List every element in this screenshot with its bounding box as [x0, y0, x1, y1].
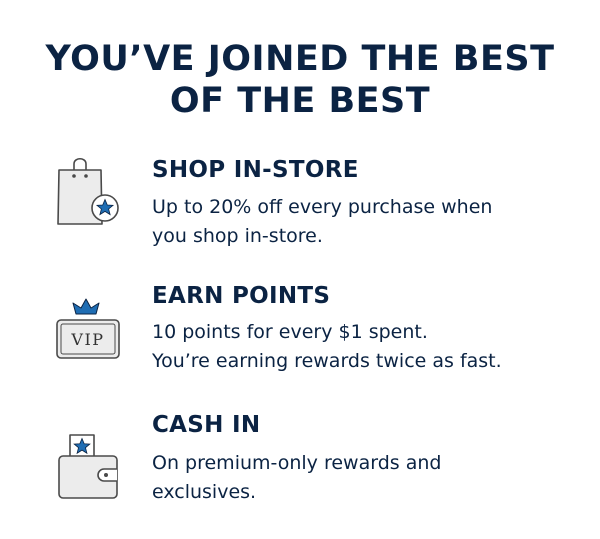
headline-line-1: YOU’VE JOINED THE BEST: [45, 39, 555, 79]
shopping-bag-star-icon: [50, 152, 126, 228]
benefit-description: Up to 20% off every purchase when you sh…: [152, 193, 592, 251]
headline-line-2: OF THE BEST: [169, 81, 431, 121]
benefit-description-line: exclusives.: [152, 481, 257, 503]
benefit-description: On premium-only rewards and exclusives.: [152, 449, 592, 507]
benefit-description-line: you shop in-store.: [152, 225, 323, 247]
wallet-star-icon: [50, 429, 126, 505]
benefit-title: SHOP IN-STORE: [152, 157, 359, 183]
benefit-description-line: On premium-only rewards and: [152, 452, 442, 474]
benefit-title: CASH IN: [152, 412, 261, 438]
headline: YOU’VE JOINED THE BEST OF THE BEST: [0, 38, 600, 122]
benefit-description-line: 10 points for every $1 spent.: [152, 321, 428, 343]
benefit-description: 10 points for every $1 spent. You’re ear…: [152, 318, 592, 376]
benefit-description-line: You’re earning rewards twice as fast.: [152, 350, 502, 372]
rewards-benefits-panel: YOU’VE JOINED THE BEST OF THE BEST SHOP …: [0, 0, 600, 539]
benefit-title: EARN POINTS: [152, 283, 331, 309]
benefit-description-line: Up to 20% off every purchase when: [152, 196, 493, 218]
vip-badge-text: VIP: [70, 330, 104, 349]
vip-crown-card-icon: VIP: [50, 292, 126, 368]
